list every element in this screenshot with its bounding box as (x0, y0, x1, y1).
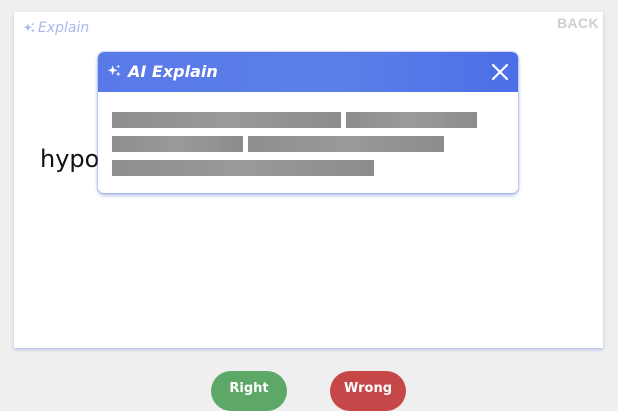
popup-title: AI Explain (128, 62, 218, 81)
loading-skeleton-line (112, 112, 341, 128)
wrong-button[interactable]: Wrong (330, 371, 406, 411)
ai-explain-popup: AI Explain (98, 52, 518, 193)
close-icon[interactable] (489, 61, 511, 83)
loading-skeleton-line (346, 112, 477, 128)
right-button[interactable]: Right (211, 371, 287, 411)
popup-body (98, 92, 518, 193)
popup-header: AI Explain (98, 52, 518, 92)
back-button[interactable]: BACK (557, 14, 599, 32)
sparkle-icon (23, 22, 35, 33)
loading-skeleton-line (112, 160, 374, 176)
loading-skeleton-line (112, 136, 243, 152)
explain-link-label: Explain (38, 20, 90, 36)
loading-skeleton-line (248, 136, 444, 152)
sparkle-icon (107, 64, 121, 77)
explain-link[interactable]: Explain (23, 19, 89, 37)
